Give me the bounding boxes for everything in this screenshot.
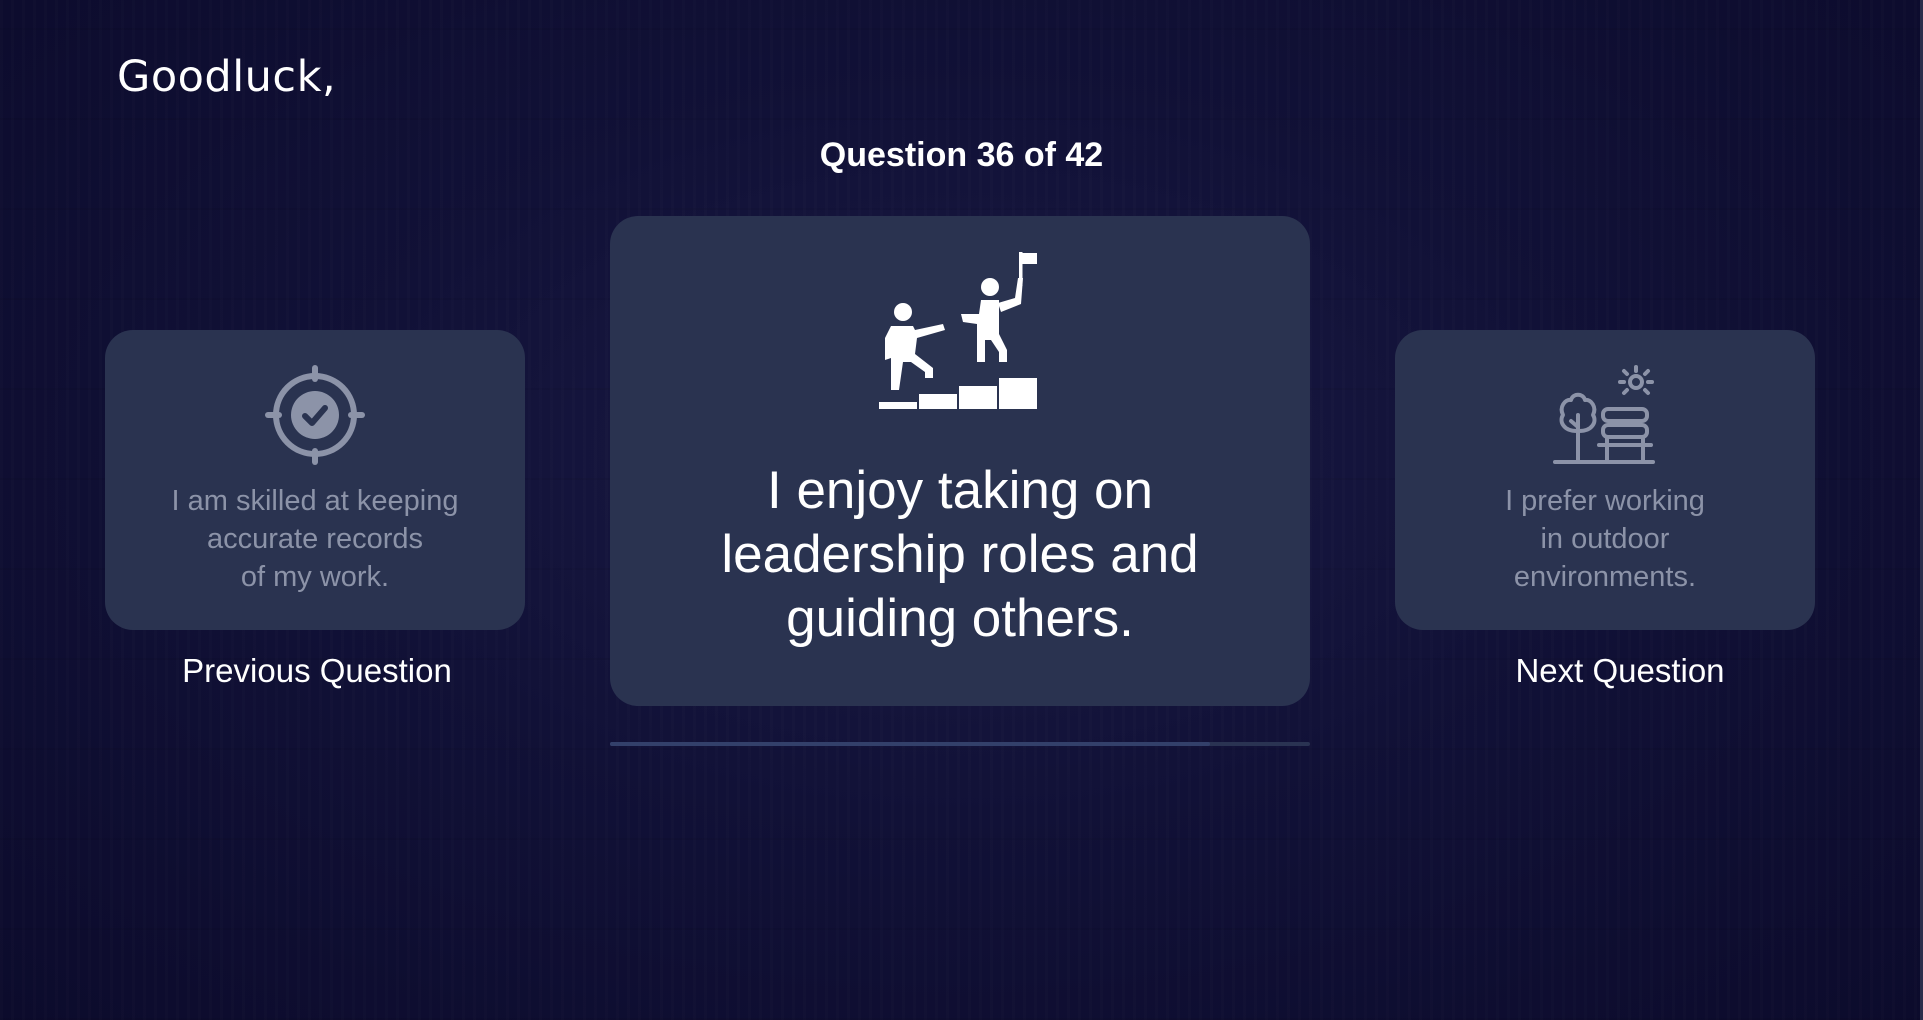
next-question-text: I prefer working in outdoor environments… (1505, 485, 1705, 593)
next-question-card[interactable]: I prefer working in outdoor environments… (1395, 330, 1815, 630)
target-check-icon (265, 365, 365, 470)
previous-question-button[interactable]: Previous Question (107, 652, 527, 690)
previous-question-text: I am skilled at keeping accurate records… (171, 485, 459, 593)
previous-question-card[interactable]: I am skilled at keeping accurate records… (105, 330, 525, 630)
question-counter: Question 36 of 42 (819, 136, 1104, 174)
leadership-stairs-icon (877, 250, 1043, 421)
park-bench-tree-sun-icon (1553, 365, 1657, 470)
current-question-card: I enjoy taking on leadership roles and g… (610, 216, 1310, 706)
progress-bar-fill (610, 742, 1210, 746)
next-question-button[interactable]: Next Question (1410, 652, 1830, 690)
current-question-text: I enjoy taking on leadership roles and g… (721, 461, 1199, 648)
greeting-text: Goodluck, (117, 52, 337, 102)
progress-bar (610, 742, 1310, 746)
